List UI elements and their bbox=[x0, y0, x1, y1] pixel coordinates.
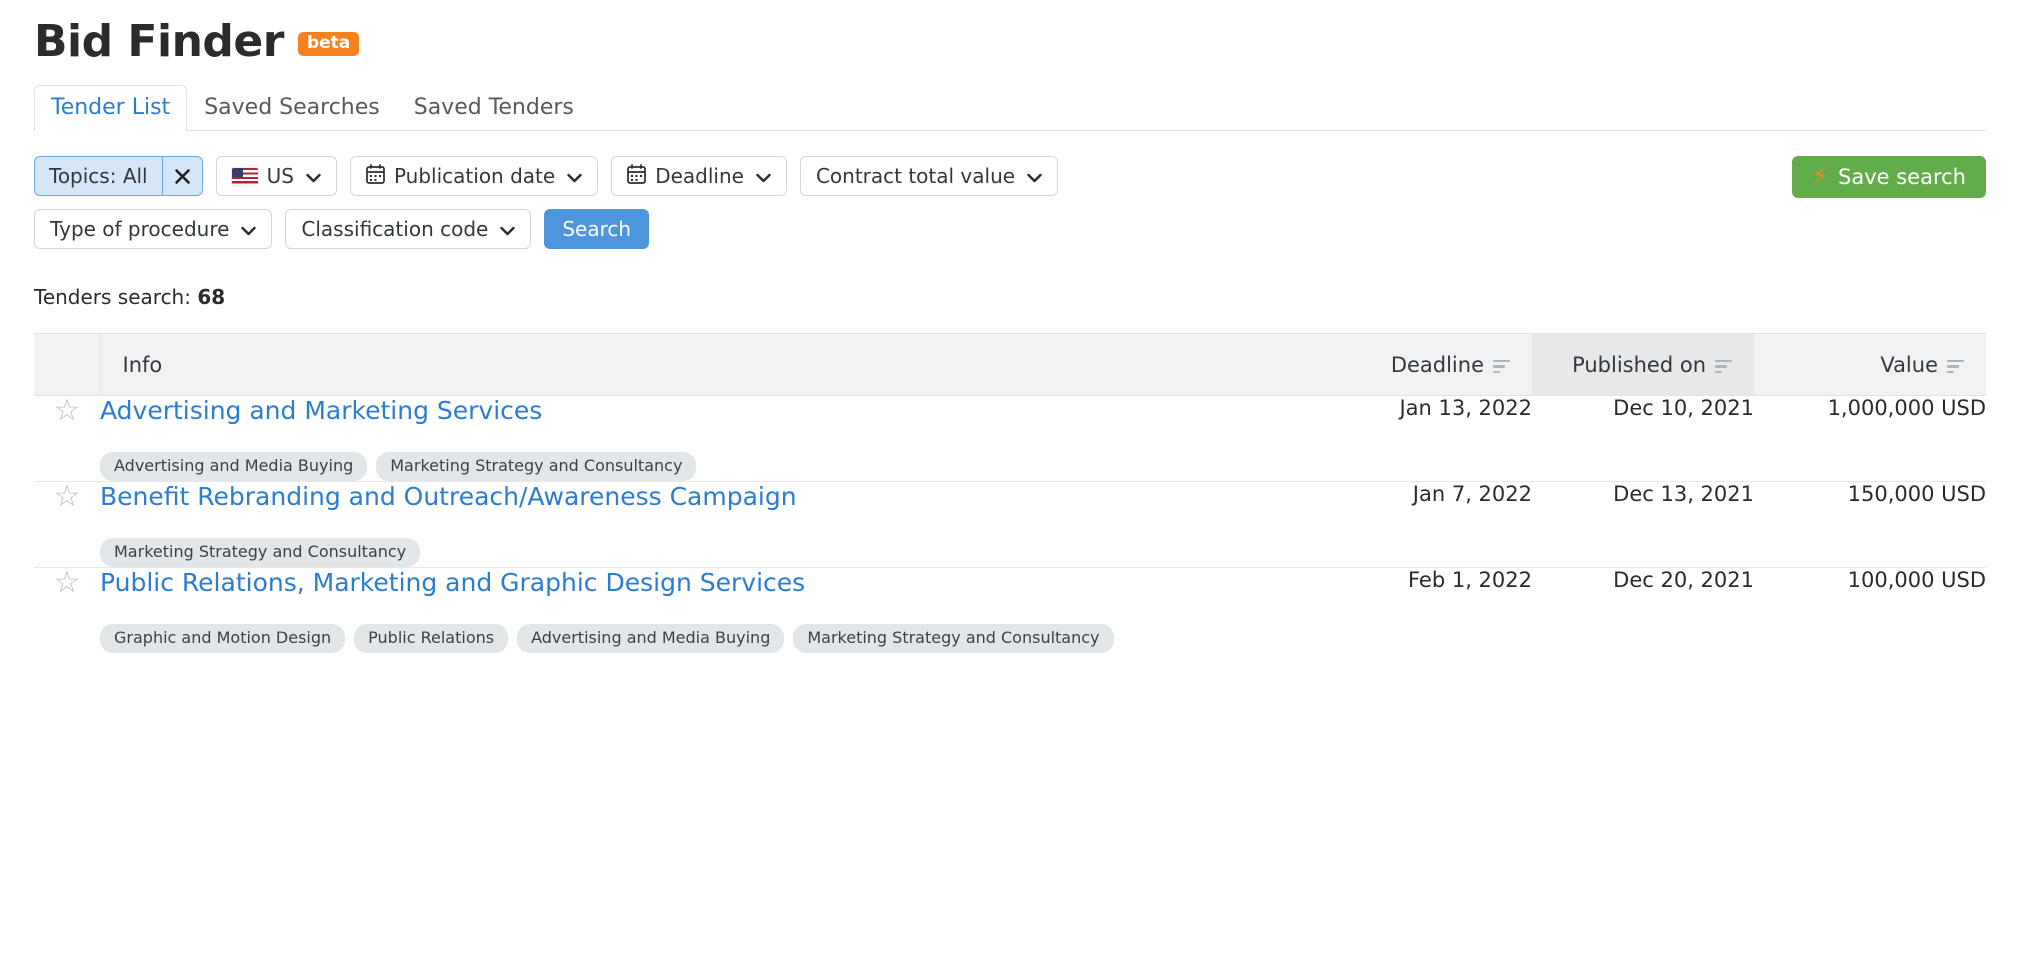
row-published: Dec 13, 2021 bbox=[1532, 481, 1754, 568]
filter-deadline-label: Deadline bbox=[655, 164, 744, 188]
save-search-button[interactable]: ⚡ Save search bbox=[1791, 156, 1986, 198]
star-outline-icon[interactable]: ☆ bbox=[54, 396, 81, 426]
star-outline-icon[interactable]: ☆ bbox=[54, 482, 81, 512]
sort-icon[interactable] bbox=[1715, 359, 1732, 374]
results-count: Tenders search: 68 bbox=[34, 285, 1986, 309]
sort-icon[interactable] bbox=[1493, 359, 1510, 374]
results-count-value: 68 bbox=[197, 285, 226, 309]
chevron-down-icon bbox=[241, 217, 257, 241]
page-title: Bid Finder bbox=[34, 16, 284, 67]
app-header: Bid Finder beta bbox=[34, 0, 1986, 72]
row-value: 1,000,000 USD bbox=[1754, 395, 1986, 482]
calendar-icon bbox=[366, 163, 385, 189]
filter-contract-total-value-label: Contract total value bbox=[815, 164, 1016, 188]
tag-list: Marketing Strategy and Consultancy bbox=[100, 538, 1310, 567]
row-info-cell: Public Relations, Marketing and Graphic … bbox=[100, 568, 1310, 653]
tab-tender-list[interactable]: Tender List bbox=[34, 84, 188, 131]
row-star-cell: ☆ bbox=[34, 568, 100, 654]
chevron-down-icon bbox=[756, 164, 771, 188]
filter-bar: Topics: All US Publication date Deadline… bbox=[34, 156, 1986, 249]
row-published: Dec 20, 2021 bbox=[1613, 568, 1754, 592]
tag: Marketing Strategy and Consultancy bbox=[100, 538, 421, 567]
chevron-down-icon bbox=[500, 217, 516, 241]
filter-row-primary: Topics: All US Publication date Deadline… bbox=[34, 156, 1986, 196]
row-info-cell: Benefit Rebranding and Outreach/Awarenes… bbox=[100, 481, 1310, 568]
tag: Graphic and Motion Design bbox=[100, 624, 346, 653]
row-value: 150,000 USD bbox=[1754, 481, 1986, 568]
tender-title-link[interactable]: Public Relations, Marketing and Graphic … bbox=[100, 568, 805, 598]
filter-contract-total-value[interactable]: Contract total value bbox=[799, 156, 1059, 196]
row-info-cell: Advertising and Marketing Services Adver… bbox=[100, 395, 1310, 482]
column-header-published[interactable]: Published on bbox=[1532, 333, 1754, 396]
row-deadline: Jan 13, 2022 bbox=[1310, 395, 1532, 482]
filter-classification-code-label: Classification code bbox=[301, 217, 489, 241]
row-star-cell: ☆ bbox=[34, 395, 100, 482]
row-value: 100,000 USD bbox=[1847, 568, 1986, 592]
column-header-deadline-label: Deadline bbox=[1390, 352, 1484, 377]
filter-type-of-procedure[interactable]: Type of procedure bbox=[34, 209, 273, 249]
filter-publication-date-label: Publication date bbox=[393, 164, 556, 188]
us-flag-icon bbox=[231, 167, 258, 185]
tab-saved-searches[interactable]: Saved Searches bbox=[187, 85, 397, 131]
bid-finder-page: Bid Finder beta Tender List Saved Search… bbox=[0, 0, 2020, 958]
filter-country-label: US bbox=[266, 164, 294, 188]
tag-list: Graphic and Motion Design Public Relatio… bbox=[100, 624, 1310, 653]
tab-saved-tenders[interactable]: Saved Tenders bbox=[397, 85, 591, 131]
chevron-down-icon bbox=[1027, 164, 1042, 188]
filter-country[interactable]: US bbox=[215, 156, 337, 196]
filter-row-secondary: Type of procedure Classification code Se… bbox=[34, 209, 1986, 249]
row-deadline: Feb 1, 2022 bbox=[1407, 568, 1532, 592]
filter-classification-code[interactable]: Classification code bbox=[285, 209, 532, 249]
filter-topics[interactable]: Topics: All bbox=[34, 156, 203, 196]
beta-badge: beta bbox=[297, 32, 360, 56]
tag: Advertising and Media Buying bbox=[100, 452, 368, 481]
column-header-value-label: Value bbox=[1880, 352, 1938, 377]
filter-type-of-procedure-label: Type of procedure bbox=[50, 217, 230, 241]
column-header-info-label: Info bbox=[122, 352, 163, 377]
results-count-label: Tenders search: bbox=[34, 285, 191, 309]
tender-title-link[interactable]: Advertising and Marketing Services bbox=[100, 396, 542, 426]
search-button[interactable]: Search bbox=[544, 209, 650, 249]
chevron-down-icon bbox=[306, 164, 321, 188]
tag: Marketing Strategy and Consultancy bbox=[376, 452, 697, 481]
column-header-star bbox=[34, 333, 101, 396]
table-row: ☆ Benefit Rebranding and Outreach/Awaren… bbox=[34, 481, 1986, 568]
tag: Marketing Strategy and Consultancy bbox=[793, 624, 1114, 653]
tender-title-link[interactable]: Benefit Rebranding and Outreach/Awarenes… bbox=[100, 482, 797, 512]
table-row: ☆ Advertising and Marketing Services Adv… bbox=[34, 395, 1986, 482]
lightning-bolt-icon: ⚡ bbox=[1811, 163, 1829, 190]
table-header: Info Deadline Published on Value bbox=[34, 333, 1986, 396]
tag: Advertising and Media Buying bbox=[517, 624, 785, 653]
calendar-icon bbox=[627, 163, 647, 189]
tag-list: Advertising and Media Buying Marketing S… bbox=[100, 452, 1310, 481]
table-row: ☆ Public Relations, Marketing and Graphi… bbox=[34, 568, 1986, 654]
tag: Public Relations bbox=[354, 624, 509, 653]
table-body: ☆ Advertising and Marketing Services Adv… bbox=[34, 395, 1986, 654]
row-star-cell: ☆ bbox=[34, 481, 100, 568]
column-header-info[interactable]: Info bbox=[100, 333, 1310, 396]
column-header-published-label: Published on bbox=[1572, 352, 1706, 377]
sort-icon[interactable] bbox=[1947, 359, 1964, 374]
filter-topics-label: Topics: All bbox=[49, 164, 148, 188]
filter-deadline[interactable]: Deadline bbox=[611, 156, 787, 196]
column-header-value[interactable]: Value bbox=[1754, 333, 1986, 396]
close-icon[interactable] bbox=[161, 157, 202, 195]
column-header-deadline[interactable]: Deadline bbox=[1310, 333, 1532, 396]
row-deadline: Jan 7, 2022 bbox=[1310, 481, 1532, 568]
chevron-down-icon bbox=[567, 164, 582, 188]
star-outline-icon[interactable]: ☆ bbox=[54, 568, 81, 598]
row-published: Dec 10, 2021 bbox=[1532, 395, 1754, 482]
tab-bar: Tender List Saved Searches Saved Tenders bbox=[34, 84, 1986, 131]
tender-table: Info Deadline Published on Value ☆ Adver… bbox=[34, 333, 1986, 653]
filter-publication-date[interactable]: Publication date bbox=[349, 156, 599, 196]
save-search-label: Save search bbox=[1838, 165, 1966, 189]
